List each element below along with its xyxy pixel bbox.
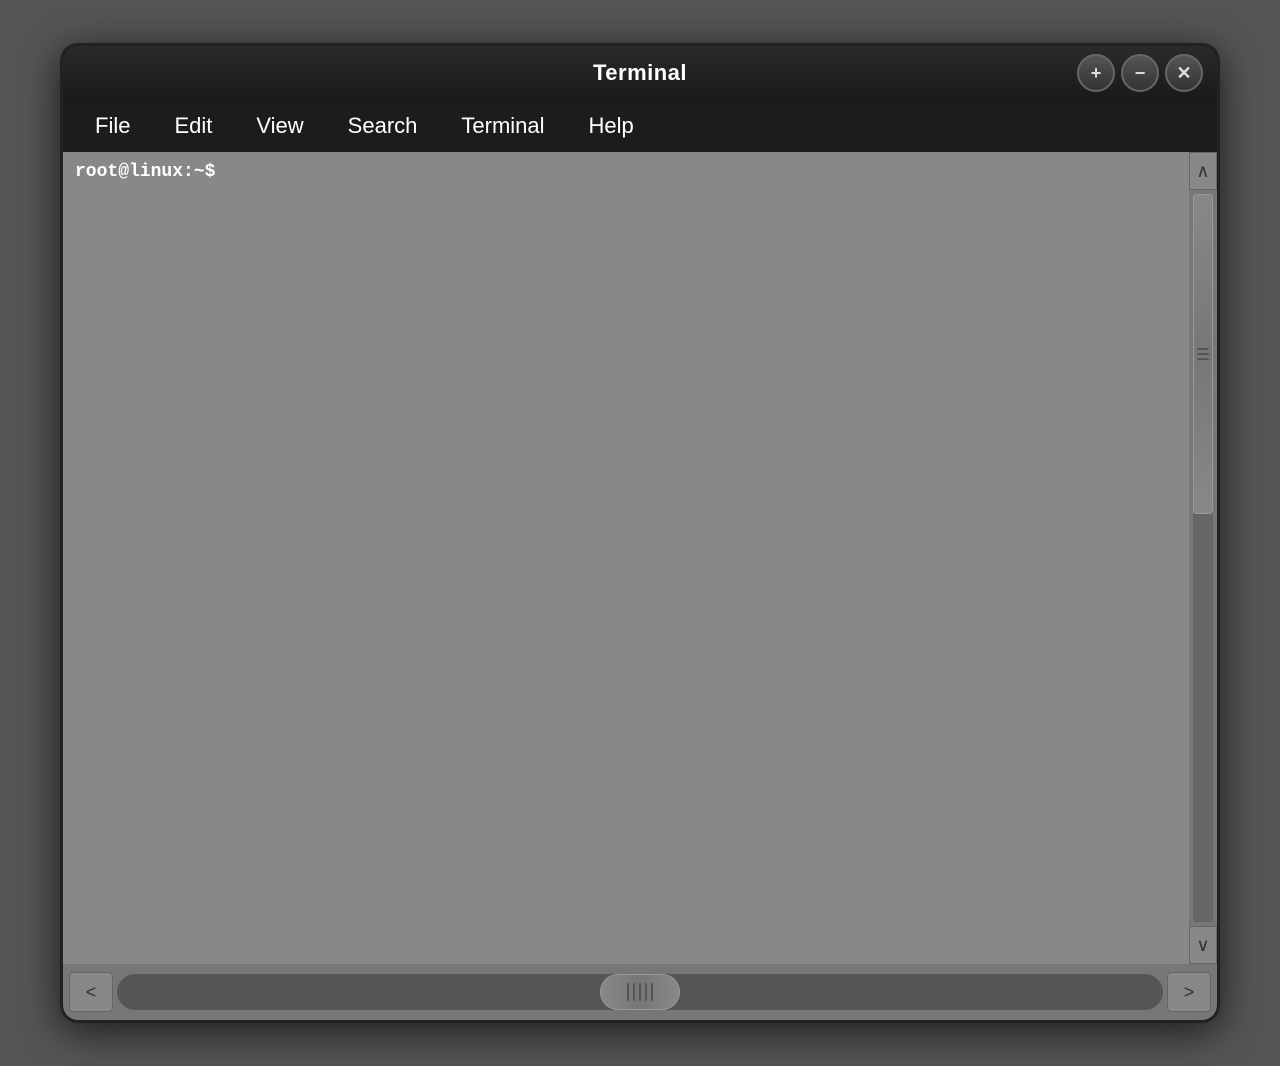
menu-terminal[interactable]: Terminal <box>439 107 566 145</box>
scroll-left-button[interactable]: < <box>69 972 113 1012</box>
grip-line-3 <box>1197 358 1209 360</box>
menu-help[interactable]: Help <box>567 107 656 145</box>
main-area: root@linux:~$ ∧ ∨ <box>63 152 1217 964</box>
scroll-grip-vertical <box>1197 348 1209 360</box>
scroll-up-icon: ∧ <box>1196 161 1209 182</box>
grip-col-1 <box>627 983 629 1001</box>
scroll-thumb-vertical[interactable] <box>1193 194 1213 514</box>
close-button[interactable]: ✕ <box>1165 54 1203 92</box>
minimize-button[interactable]: − <box>1121 54 1159 92</box>
horizontal-scrollbar: < > <box>63 964 1217 1020</box>
terminal-prompt: root@linux:~$ <box>75 162 215 182</box>
menu-view[interactable]: View <box>234 107 325 145</box>
menu-file[interactable]: File <box>73 107 152 145</box>
grip-col-2 <box>633 983 635 1001</box>
scroll-track-vertical[interactable] <box>1193 194 1213 922</box>
grip-col-3 <box>639 983 641 1001</box>
menubar: File Edit View Search Terminal Help <box>63 100 1217 152</box>
terminal-content[interactable]: root@linux:~$ <box>63 152 1189 964</box>
terminal-window: Terminal + − ✕ File Edit View Search Ter… <box>60 43 1220 1023</box>
grip-line-1 <box>1197 348 1209 350</box>
titlebar: Terminal + − ✕ <box>63 46 1217 100</box>
grip-line-2 <box>1197 353 1209 355</box>
window-controls: + − ✕ <box>1077 54 1203 92</box>
scroll-up-button[interactable]: ∧ <box>1189 152 1217 190</box>
window-title: Terminal <box>593 60 687 86</box>
grip-col-4 <box>645 983 647 1001</box>
scroll-grip-horizontal <box>627 983 653 1001</box>
add-tab-button[interactable]: + <box>1077 54 1115 92</box>
scroll-right-icon: > <box>1184 982 1195 1003</box>
scroll-left-icon: < <box>86 982 97 1003</box>
scroll-right-button[interactable]: > <box>1167 972 1211 1012</box>
menu-edit[interactable]: Edit <box>152 107 234 145</box>
scroll-thumb-horizontal[interactable] <box>600 974 680 1010</box>
vertical-scrollbar: ∧ ∨ <box>1189 152 1217 964</box>
scroll-track-horizontal[interactable] <box>117 974 1163 1010</box>
scroll-down-button[interactable]: ∨ <box>1189 926 1217 964</box>
scroll-down-icon: ∨ <box>1196 935 1209 956</box>
menu-search[interactable]: Search <box>326 107 440 145</box>
grip-col-5 <box>651 983 653 1001</box>
